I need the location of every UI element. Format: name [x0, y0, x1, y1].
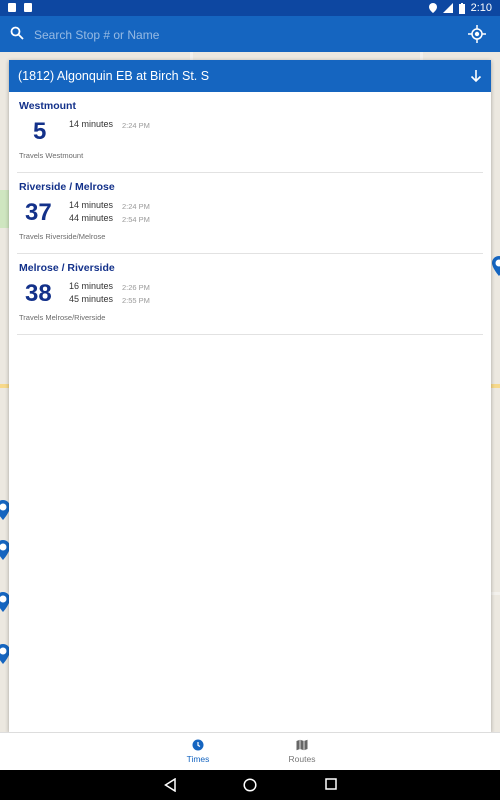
notification-icon	[24, 3, 32, 12]
search-input[interactable]	[32, 24, 456, 46]
collapse-arrow-icon[interactable]	[470, 69, 482, 83]
search-icon[interactable]	[10, 26, 24, 40]
route-description: Travels Melrose/Riverside	[19, 313, 106, 322]
status-bar: 2:10	[0, 0, 500, 16]
route-item[interactable]: Melrose / Riverside 38 16 minutes 2:26 P…	[17, 254, 483, 335]
battery-icon	[458, 2, 465, 14]
route-number: 38	[25, 280, 52, 307]
route-name: Riverside / Melrose	[19, 181, 115, 193]
tab-times[interactable]: Times	[168, 739, 228, 764]
route-description: Travels Riverside/Melrose	[19, 232, 106, 241]
arrival-minutes: 44 minutes	[69, 213, 114, 223]
route-name: Melrose / Riverside	[19, 262, 115, 274]
clock-icon	[192, 739, 204, 751]
bottom-navigation: Times Routes	[0, 732, 500, 771]
arrival-time: 2:26 PM	[122, 283, 150, 292]
location-status-icon	[428, 3, 437, 13]
panel-header[interactable]: (1812) Algonquin EB at Birch St. S	[9, 60, 491, 92]
route-number: 37	[25, 199, 52, 226]
arrival-minutes: 14 minutes	[69, 200, 114, 210]
notification-icon	[8, 3, 16, 12]
tab-routes[interactable]: Routes	[272, 739, 332, 764]
home-icon[interactable]	[243, 778, 257, 792]
stop-times-panel: (1812) Algonquin EB at Birch St. S Westm…	[9, 60, 491, 732]
bus-stop-pin-icon[interactable]	[492, 256, 500, 276]
back-icon[interactable]	[164, 778, 176, 792]
tab-routes-label: Routes	[288, 754, 316, 764]
route-item[interactable]: Riverside / Melrose 37 14 minutes 2:24 P…	[17, 173, 483, 254]
clock-time: 2:10	[470, 2, 492, 14]
map-icon	[296, 739, 308, 751]
stop-title: (1812) Algonquin EB at Birch St. S	[18, 69, 210, 83]
arrival-time: 2:54 PM	[122, 215, 150, 224]
route-name: Westmount	[19, 100, 76, 112]
route-number: 5	[33, 118, 47, 145]
arrival-time: 2:55 PM	[122, 296, 150, 305]
arrival-minutes: 16 minutes	[69, 281, 114, 291]
my-location-icon[interactable]	[468, 25, 486, 43]
system-navigation-bar	[0, 770, 500, 800]
route-item[interactable]: Westmount 5 14 minutes 2:24 PM Travels W…	[17, 92, 483, 173]
arrival-minutes: 45 minutes	[69, 294, 114, 304]
signal-icon	[442, 3, 453, 13]
arrival-time: 2:24 PM	[122, 202, 150, 211]
recents-icon[interactable]	[325, 778, 337, 790]
route-description: Travels Westmount	[19, 151, 84, 160]
arrival-time: 2:24 PM	[122, 121, 150, 130]
search-bar	[0, 16, 500, 52]
arrival-minutes: 14 minutes	[69, 119, 114, 129]
tab-times-label: Times	[186, 754, 210, 764]
